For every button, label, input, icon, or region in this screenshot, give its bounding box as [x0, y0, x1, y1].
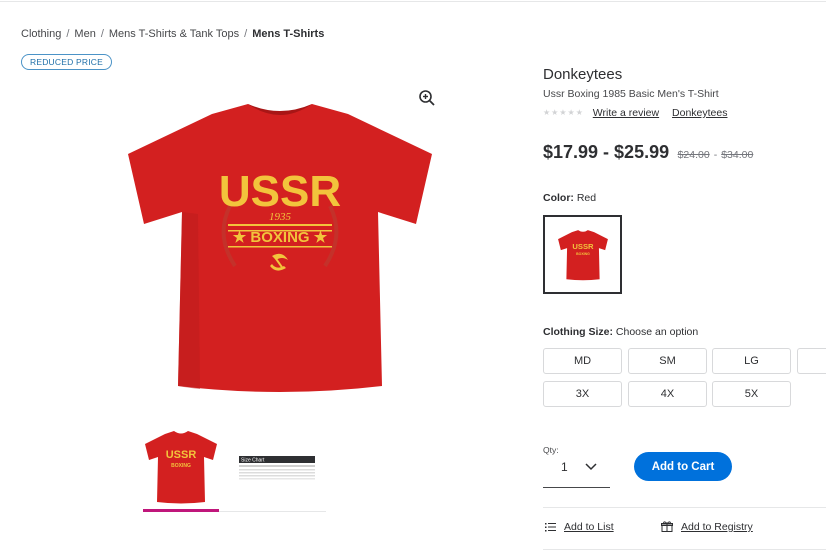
- thumbnail-front[interactable]: USSR BOXING: [143, 428, 219, 512]
- size-option-lg[interactable]: LG: [712, 348, 791, 374]
- color-label-key: Color:: [543, 192, 574, 204]
- thumbnail-size-chart[interactable]: Size Chart: [233, 428, 315, 512]
- write-review-link[interactable]: Write a review: [593, 107, 659, 119]
- product-main-image[interactable]: USSR 1935 ★ BOXING ★: [120, 96, 440, 396]
- size-label-key: Clothing Size:: [543, 326, 613, 338]
- list-icon: [545, 523, 556, 532]
- add-to-list-label: Add to List: [564, 521, 614, 533]
- add-to-list-button[interactable]: Add to List: [545, 521, 614, 533]
- size-option-more[interactable]: [797, 348, 826, 374]
- color-swatch-red[interactable]: USSR BOXING: [543, 215, 622, 294]
- rating-stars: ★★★★★: [543, 108, 584, 117]
- breadcrumb-separator: /: [244, 28, 248, 40]
- brand-link[interactable]: Donkeytees: [672, 107, 727, 119]
- add-to-registry-label: Add to Registry: [681, 521, 753, 533]
- actions-divider: [543, 507, 826, 508]
- breadcrumb-separator: /: [100, 28, 104, 40]
- bottom-divider: [543, 549, 826, 550]
- breadcrumb-clothing[interactable]: Clothing: [21, 28, 61, 40]
- shirt-print-year: 1935: [269, 211, 292, 223]
- size-option-5x[interactable]: 5X: [712, 381, 791, 407]
- price-range: $17.99 - $25.99: [543, 142, 670, 162]
- zoom-in-icon[interactable]: [418, 89, 436, 107]
- thumb-print-ussr: USSR: [166, 449, 197, 461]
- reduced-price-badge: REDUCED PRICE: [21, 54, 112, 70]
- qty-label: Qty:: [543, 445, 559, 455]
- gift-icon: [661, 521, 673, 532]
- add-to-registry-button[interactable]: Add to Registry: [661, 521, 753, 533]
- product-title: Ussr Boxing 1985 Basic Men's T-Shirt: [543, 88, 719, 100]
- swatch-print-ussr: USSR: [572, 241, 594, 250]
- thumb-print-boxing: BOXING: [171, 463, 191, 469]
- price-row: $17.99 - $25.99 $24.00- $34.00: [543, 142, 753, 163]
- size-chart-thumbnail: Size Chart: [239, 456, 315, 480]
- breadcrumb: Clothing / Men / Mens T-Shirts & Tank Tops / M…: [21, 28, 324, 40]
- shirt-print-ussr: USSR: [219, 167, 341, 216]
- chevron-down-icon: [585, 463, 597, 471]
- old-price-high: $34.00: [721, 149, 754, 161]
- qty-select[interactable]: 1: [543, 456, 610, 488]
- color-label: Color: Red: [543, 192, 596, 204]
- size-label-placeholder: Choose an option: [615, 326, 699, 338]
- breadcrumb-mens-tshirts-tank-tops[interactable]: Mens T-Shirts & Tank Tops: [109, 28, 239, 40]
- old-price-low: $24.00: [677, 149, 710, 161]
- qty-value: 1: [561, 460, 568, 474]
- tshirt-swatch-image: USSR BOXING: [557, 229, 608, 280]
- shirt-print-boxing: ★ BOXING ★: [233, 229, 328, 246]
- size-chart-title: Size Chart: [241, 458, 265, 464]
- header-divider: [0, 0, 826, 2]
- product-brand: Donkeytees: [543, 66, 623, 83]
- swatch-print-boxing: BOXING: [576, 252, 590, 256]
- size-label: Clothing Size: Choose an option: [543, 326, 698, 338]
- add-to-cart-button[interactable]: Add to Cart: [634, 452, 732, 481]
- breadcrumb-men[interactable]: Men: [74, 28, 95, 40]
- breadcrumb-mens-tshirts: Mens T-Shirts: [252, 28, 325, 40]
- size-option-sm[interactable]: SM: [628, 348, 707, 374]
- tshirt-image: USSR 1935 ★ BOXING ★: [128, 104, 432, 392]
- breadcrumb-separator: /: [66, 28, 70, 40]
- size-option-4x[interactable]: 4X: [628, 381, 707, 407]
- size-option-3x[interactable]: 3X: [543, 381, 622, 407]
- old-price-dash: -: [713, 149, 718, 161]
- thumbnail-strip: USSR BOXING Size Chart: [143, 428, 326, 512]
- size-option-md[interactable]: MD: [543, 348, 622, 374]
- review-row: ★★★★★ Write a review Donkeytees: [543, 107, 727, 119]
- color-label-value: Red: [576, 192, 597, 204]
- tshirt-thumbnail: USSR BOXING: [145, 431, 217, 504]
